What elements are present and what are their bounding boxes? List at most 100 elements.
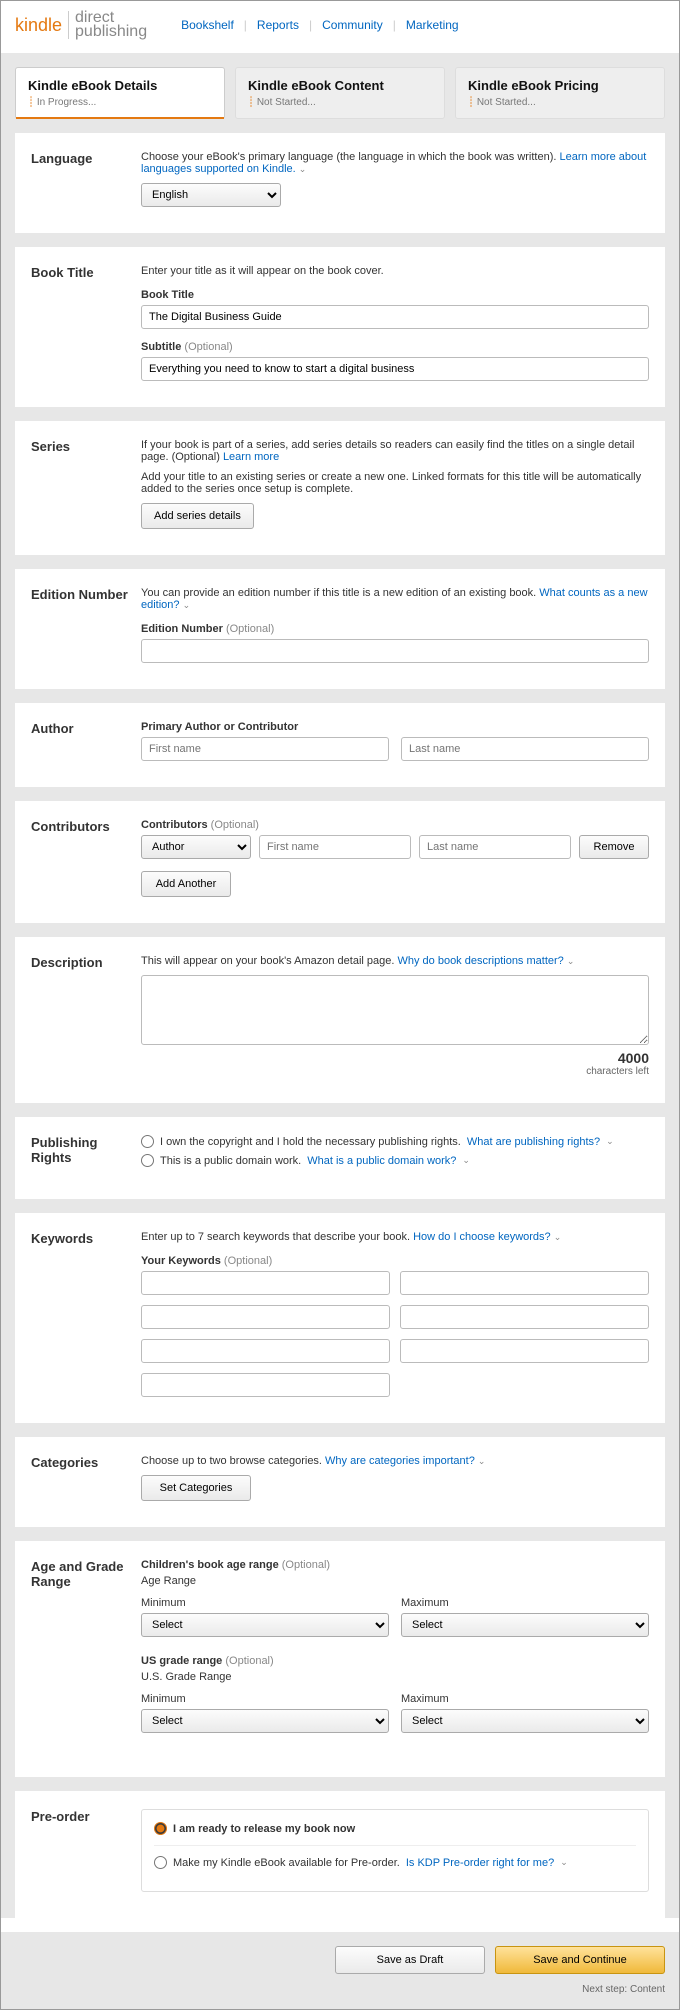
add-contributor-button[interactable]: Add Another (141, 871, 231, 897)
chevron-down-icon: ⌄ (606, 1136, 614, 1147)
section-edition: Edition Number You can provide an editio… (15, 569, 665, 689)
field-label: Your Keywords (Optional) (141, 1255, 649, 1267)
section-series: Series If your book is part of a series,… (15, 421, 665, 555)
rights-own-radio[interactable]: I own the copyright and I hold the neces… (141, 1135, 649, 1148)
remove-contributor-button[interactable]: Remove (579, 835, 649, 859)
step-status: In Progress... (28, 97, 212, 108)
series-learn-more-link[interactable]: Learn more (223, 451, 279, 463)
age-min-select[interactable]: Select (141, 1613, 389, 1637)
keyword-input-2[interactable] (400, 1271, 649, 1295)
section-preorder: Pre-order I am ready to release my book … (15, 1791, 665, 1918)
author-last-name-input[interactable] (401, 737, 649, 761)
helper-text: You can provide an edition number if thi… (141, 587, 649, 611)
min-label: Minimum (141, 1693, 389, 1705)
contributor-row: Author Remove (141, 835, 649, 859)
field-label: Subtitle (Optional) (141, 341, 649, 353)
save-draft-button[interactable]: Save as Draft (335, 1946, 485, 1974)
save-continue-button[interactable]: Save and Continue (495, 1946, 665, 1974)
section-book-title: Book Title Enter your title as it will a… (15, 247, 665, 407)
nav-separator: | (309, 18, 312, 32)
author-first-name-input[interactable] (141, 737, 389, 761)
section-label: Language (31, 151, 141, 207)
sub-label: U.S. Grade Range (141, 1671, 649, 1683)
step-status: Not Started... (468, 97, 652, 108)
logo[interactable]: kindle directpublishing (15, 11, 147, 39)
section-label: Author (31, 721, 141, 761)
max-label: Maximum (401, 1597, 649, 1609)
age-max-select[interactable]: Select (401, 1613, 649, 1637)
step-title: Kindle eBook Details (28, 78, 212, 93)
nav-community[interactable]: Community (322, 18, 383, 32)
preorder-radio[interactable]: Make my Kindle eBook available for Pre-o… (154, 1856, 636, 1869)
nav-reports[interactable]: Reports (257, 18, 299, 32)
radio-input[interactable] (141, 1154, 154, 1167)
step-details[interactable]: Kindle eBook Details In Progress... (15, 67, 225, 119)
edition-number-input[interactable] (141, 639, 649, 663)
section-label: Contributors (31, 819, 141, 897)
helper-text: Enter up to 7 search keywords that descr… (141, 1231, 649, 1243)
release-now-radio[interactable]: I am ready to release my book now (154, 1822, 636, 1835)
book-title-input[interactable] (141, 305, 649, 329)
char-count-label: characters left (141, 1066, 649, 1077)
nav-bookshelf[interactable]: Bookshelf (181, 18, 234, 32)
max-label: Maximum (401, 1693, 649, 1705)
next-step-label: Next step: Content (15, 1984, 665, 1995)
radio-input[interactable] (154, 1856, 167, 1869)
logo-kindle: kindle (15, 15, 62, 36)
section-label: Series (31, 439, 141, 529)
set-categories-button[interactable]: Set Categories (141, 1475, 251, 1501)
chevron-down-icon: ⌄ (462, 1155, 470, 1166)
helper-text: This will appear on your book's Amazon d… (141, 955, 649, 967)
chevron-down-icon: ⌄ (554, 1232, 562, 1242)
step-status: Not Started... (248, 97, 432, 108)
language-select[interactable]: English (141, 183, 281, 207)
chevron-down-icon: ⌄ (478, 1456, 486, 1466)
chevron-down-icon: ⌄ (567, 956, 575, 966)
contributor-last-name-input[interactable] (419, 835, 571, 859)
keywords-help-link[interactable]: How do I choose keywords? (413, 1231, 551, 1243)
field-label: Book Title (141, 289, 649, 301)
section-author: Author Primary Author or Contributor (15, 703, 665, 787)
field-label: Children's book age range (Optional) (141, 1559, 649, 1571)
step-title: Kindle eBook Pricing (468, 78, 652, 93)
section-categories: Categories Choose up to two browse categ… (15, 1437, 665, 1527)
radio-input[interactable] (141, 1135, 154, 1148)
description-help-link[interactable]: Why do book descriptions matter? (397, 955, 563, 967)
keyword-input-5[interactable] (141, 1339, 390, 1363)
keyword-input-4[interactable] (400, 1305, 649, 1329)
radio-input[interactable] (154, 1822, 167, 1835)
keyword-input-6[interactable] (400, 1339, 649, 1363)
logo-separator (68, 11, 69, 39)
section-description: Description This will appear on your boo… (15, 937, 665, 1103)
field-label: Contributors (Optional) (141, 819, 649, 831)
keyword-input-3[interactable] (141, 1305, 390, 1329)
grade-min-select[interactable]: Select (141, 1709, 389, 1733)
preorder-help-link[interactable]: Is KDP Pre-order right for me? (406, 1857, 554, 1869)
description-textarea[interactable] (141, 975, 649, 1045)
contributor-role-select[interactable]: Author (141, 835, 251, 859)
step-pricing[interactable]: Kindle eBook Pricing Not Started... (455, 67, 665, 119)
section-contributors: Contributors Contributors (Optional) Aut… (15, 801, 665, 923)
step-content[interactable]: Kindle eBook Content Not Started... (235, 67, 445, 119)
helper-text: Choose up to two browse categories. Why … (141, 1455, 649, 1467)
char-count: 4000 (141, 1050, 649, 1066)
add-series-button[interactable]: Add series details (141, 503, 254, 529)
publishing-rights-help-link[interactable]: What are publishing rights? (467, 1136, 600, 1148)
helper-text: Choose your eBook's primary language (th… (141, 151, 649, 175)
categories-help-link[interactable]: Why are categories important? (325, 1455, 475, 1467)
nav-marketing[interactable]: Marketing (406, 18, 459, 32)
nav-separator: | (393, 18, 396, 32)
public-domain-help-link[interactable]: What is a public domain work? (307, 1155, 456, 1167)
helper-text: Enter your title as it will appear on th… (141, 265, 649, 277)
footer: Save as Draft Save and Continue Next ste… (1, 1932, 679, 2009)
main-nav: Bookshelf | Reports | Community | Market… (181, 18, 458, 32)
field-label: Primary Author or Contributor (141, 721, 649, 733)
section-label: Edition Number (31, 587, 141, 663)
keyword-input-1[interactable] (141, 1271, 390, 1295)
contributor-first-name-input[interactable] (259, 835, 411, 859)
rights-public-domain-radio[interactable]: This is a public domain work. What is a … (141, 1154, 649, 1167)
keyword-input-7[interactable] (141, 1373, 390, 1397)
grade-max-select[interactable]: Select (401, 1709, 649, 1733)
subtitle-input[interactable] (141, 357, 649, 381)
section-publishing-rights: Publishing Rights I own the copyright an… (15, 1117, 665, 1199)
